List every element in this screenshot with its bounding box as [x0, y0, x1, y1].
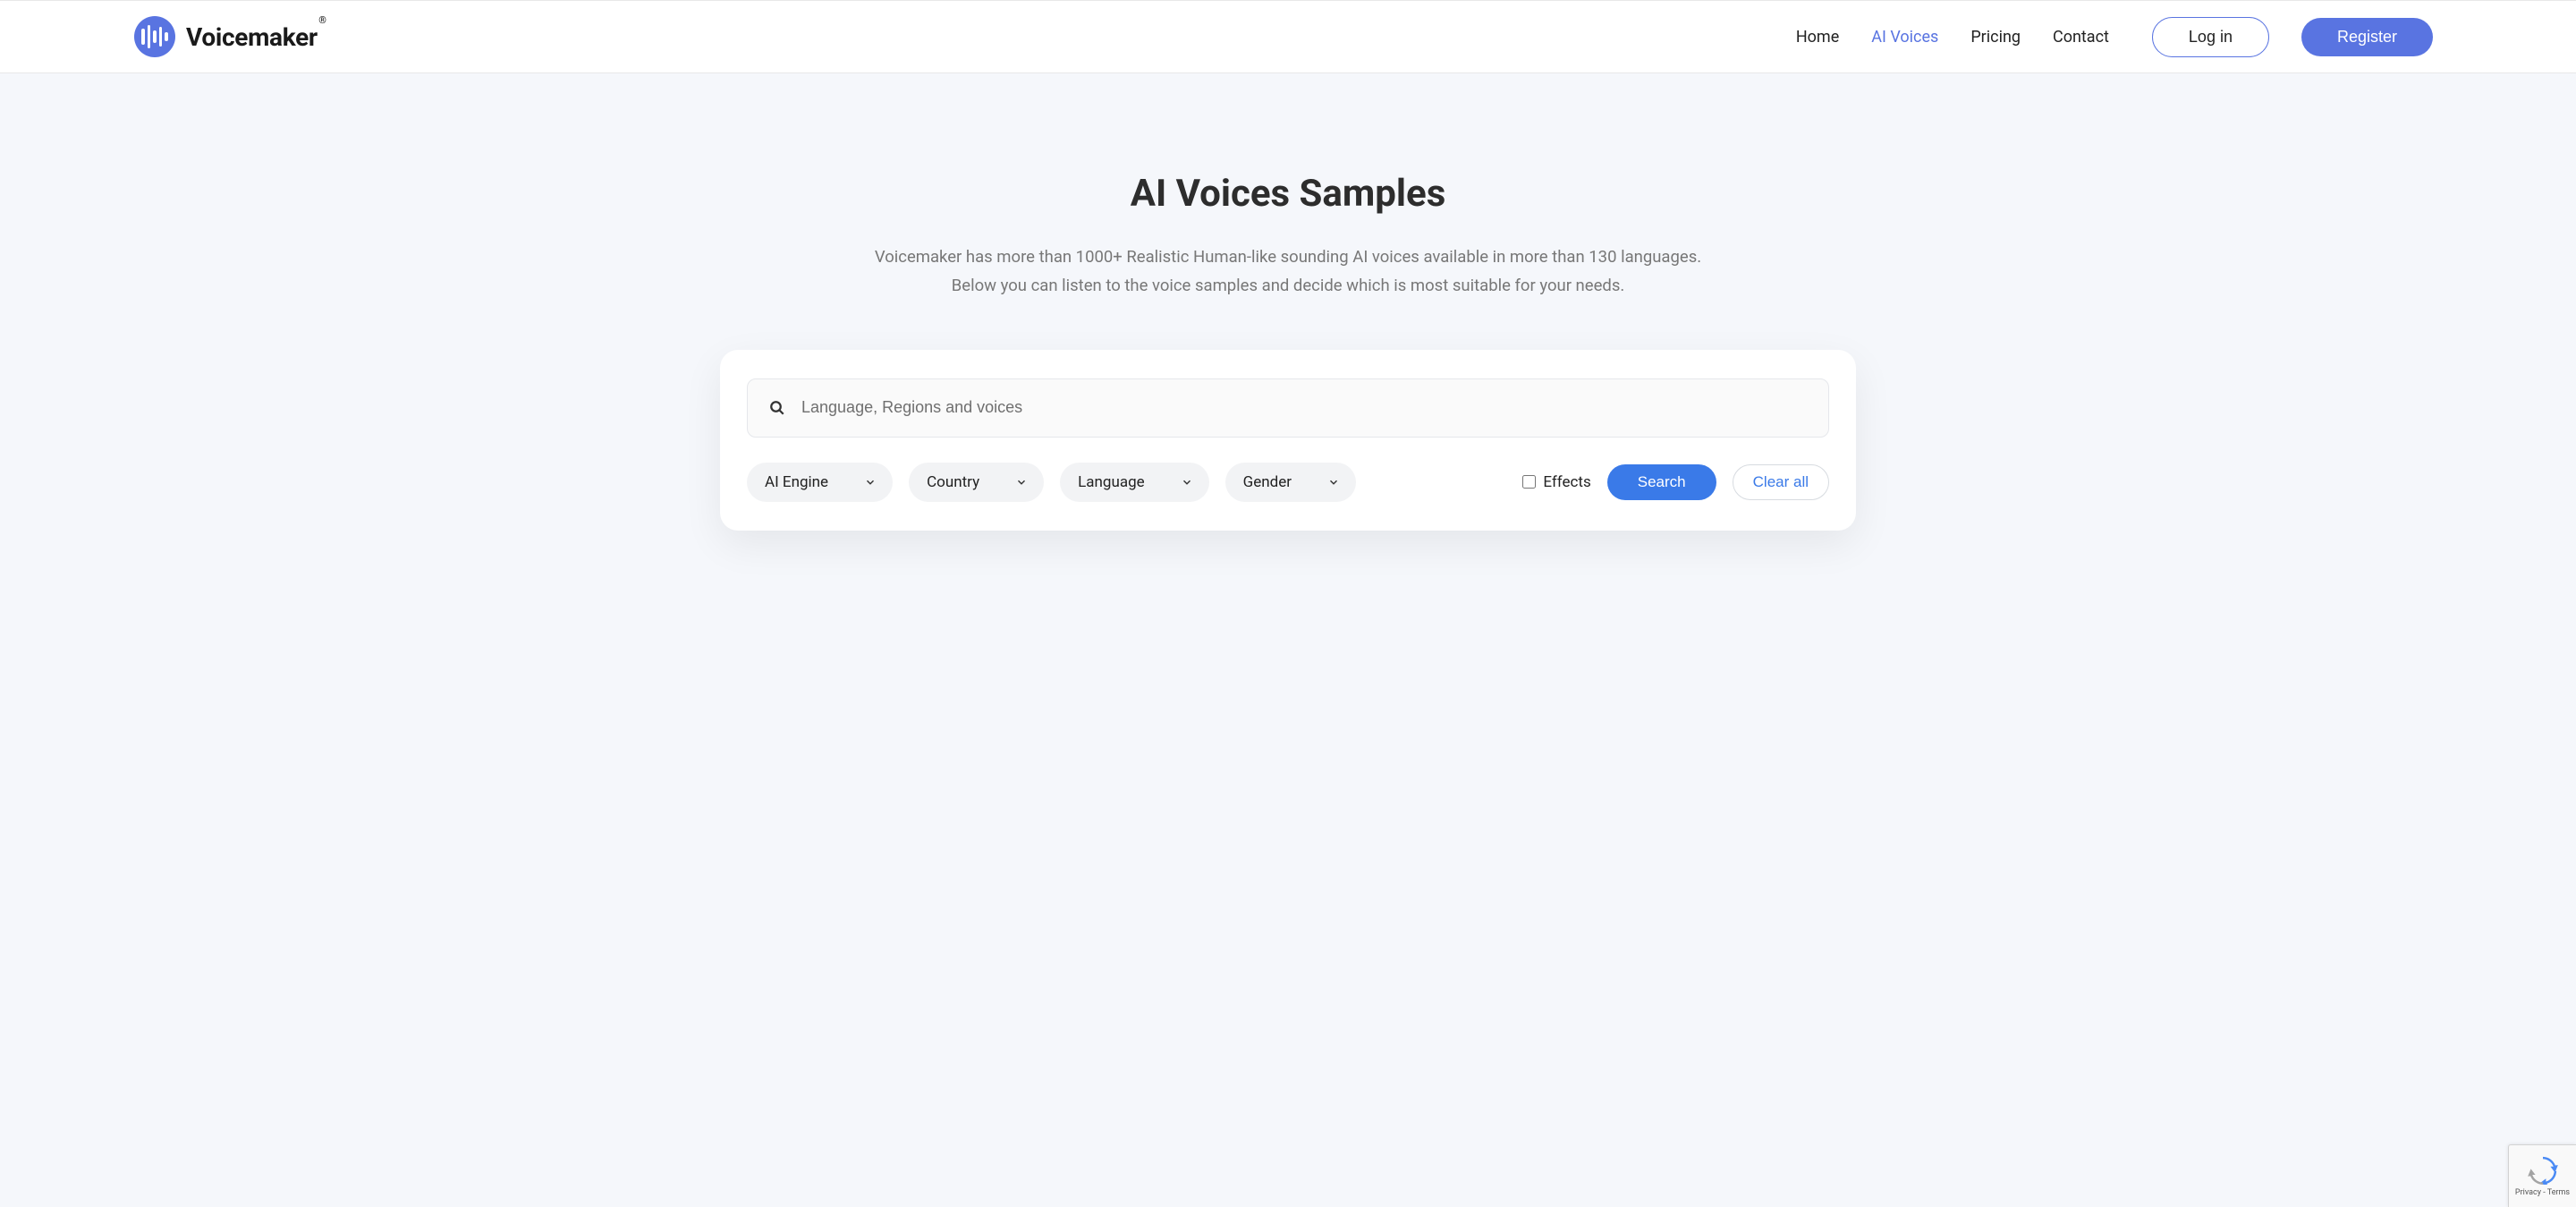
language-dropdown[interactable]: Language — [1060, 463, 1209, 502]
chevron-down-icon — [864, 476, 877, 489]
effects-checkbox-wrap[interactable]: Effects — [1522, 473, 1590, 491]
search-field-wrap[interactable] — [747, 378, 1829, 438]
language-label: Language — [1078, 473, 1145, 491]
waveform-icon — [134, 16, 175, 57]
nav-home[interactable]: Home — [1796, 28, 1839, 47]
recaptcha-links: Privacy - Terms — [2515, 1188, 2570, 1197]
ai-engine-label: AI Engine — [765, 473, 828, 491]
chevron-down-icon — [1015, 476, 1028, 489]
chevron-down-icon — [1327, 476, 1340, 489]
search-icon — [769, 400, 785, 416]
recaptcha-badge[interactable]: Privacy - Terms — [2508, 1144, 2576, 1207]
brand-logo[interactable]: Voicemaker ® — [134, 16, 318, 57]
hero-subtitle-2: Below you can listen to the voice sample… — [841, 271, 1735, 300]
recaptcha-icon — [2528, 1156, 2558, 1185]
country-label: Country — [927, 473, 979, 491]
filter-controls: AI Engine Country Language Gender — [747, 463, 1829, 502]
search-input[interactable] — [801, 398, 1807, 417]
hero-section: AI Voices Samples Voicemaker has more th… — [841, 73, 1735, 301]
page-title: AI Voices Samples — [841, 172, 1735, 216]
clear-all-button[interactable]: Clear all — [1733, 464, 1829, 500]
effects-label: Effects — [1543, 473, 1590, 491]
gender-label: Gender — [1243, 473, 1292, 491]
register-button[interactable]: Register — [2301, 18, 2433, 56]
country-dropdown[interactable]: Country — [909, 463, 1044, 502]
chevron-down-icon — [1181, 476, 1193, 489]
gender-dropdown[interactable]: Gender — [1225, 463, 1356, 502]
ai-engine-dropdown[interactable]: AI Engine — [747, 463, 893, 502]
header: Voicemaker ® Home AI Voices Pricing Cont… — [0, 0, 2576, 73]
registered-mark: ® — [318, 14, 326, 26]
nav-pricing[interactable]: Pricing — [1970, 28, 2021, 47]
nav-ai-voices[interactable]: AI Voices — [1871, 28, 1938, 47]
login-button[interactable]: Log in — [2152, 17, 2269, 57]
nav-contact[interactable]: Contact — [2053, 28, 2109, 47]
hero-subtitle-1: Voicemaker has more than 1000+ Realistic… — [841, 242, 1735, 271]
search-button[interactable]: Search — [1607, 464, 1716, 500]
effects-checkbox[interactable] — [1522, 475, 1536, 489]
brand-name: Voicemaker — [186, 22, 318, 52]
main-nav: Home AI Voices Pricing Contact Log in Re… — [1796, 17, 2522, 57]
filter-panel: AI Engine Country Language Gender — [720, 350, 1856, 531]
recaptcha-privacy-link[interactable]: Privacy — [2515, 1188, 2541, 1197]
recaptcha-terms-link[interactable]: Terms — [2547, 1188, 2570, 1197]
